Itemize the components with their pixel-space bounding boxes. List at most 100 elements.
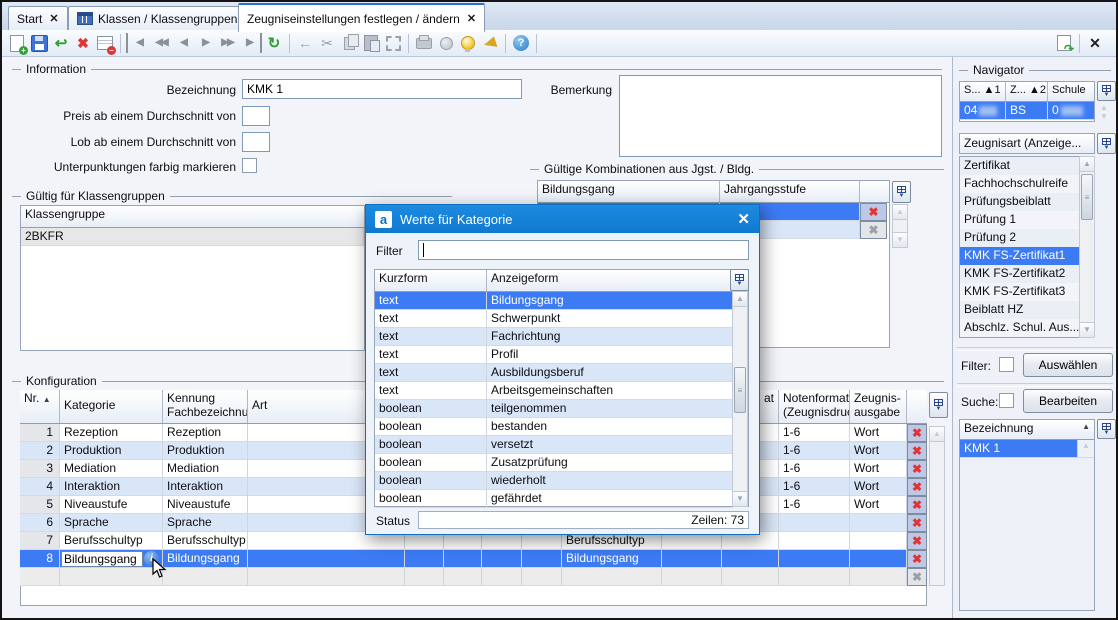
scroll-down-icon[interactable]: ▼ [1080, 322, 1094, 337]
zeugnisart-grid-button[interactable]: ▼ [1097, 133, 1116, 154]
konfiguration-grid-button[interactable]: ▼ [929, 392, 948, 418]
column-header-z[interactable]: Z... ▲2 [1006, 82, 1048, 101]
auswaehlen-button[interactable]: Auswählen [1023, 353, 1113, 377]
copy-icon[interactable] [339, 33, 359, 53]
nav-next-icon[interactable]: ▶ [195, 33, 215, 53]
tab-close-icon[interactable]: ✕ [49, 12, 58, 25]
dialog-row[interactable]: text Fachrichtung [375, 328, 748, 346]
nav-forward-icon[interactable]: ▶▶ [217, 33, 237, 53]
dialog-row[interactable]: boolean teilgenommen [375, 400, 748, 418]
list-item[interactable]: Prüfung 2 [960, 229, 1094, 247]
tab-close-icon[interactable]: ✕ [467, 12, 476, 25]
kategorie-edit-input[interactable] [61, 551, 143, 567]
filter-input[interactable] [418, 240, 749, 260]
scrollbar-thumb[interactable]: ≡ [1081, 174, 1093, 220]
column-header-zeugnisausgabe[interactable]: Zeugnis-ausgabe [850, 390, 907, 423]
column-header-klassengruppe[interactable]: Klassengruppe [21, 206, 364, 227]
lightbulb-icon[interactable] [458, 33, 478, 53]
bearbeiten-button[interactable]: Bearbeiten [1023, 389, 1113, 413]
bezeichnung-grid-button[interactable]: ▼ [1097, 419, 1116, 439]
scroll-down-icon[interactable]: ▼ [733, 491, 747, 506]
scroll-up-icon[interactable]: ▲ [930, 427, 944, 442]
column-header-bezeichnung[interactable]: Bezeichnung▲ [960, 420, 1094, 439]
nav-prev-icon[interactable]: ◀ [173, 33, 193, 53]
delete-row-button[interactable]: ✖ [907, 424, 927, 442]
dialog-close-icon[interactable]: ✕ [737, 210, 750, 228]
konfiguration-scrollbar[interactable]: ▲ [929, 426, 945, 586]
cell-kategorie-editing[interactable]: i [60, 550, 163, 568]
zeugnisart-header[interactable]: Zeugnisart (Anzeige... [959, 133, 1095, 154]
dialog-row-selected[interactable]: text Bildungsgang [375, 292, 748, 310]
scroll-up-icon[interactable]: ▲ [733, 292, 747, 307]
dialog-row[interactable]: text Schwerpunkt [375, 310, 748, 328]
nav-rewind-icon[interactable]: ◀◀ [151, 33, 171, 53]
save-icon[interactable] [29, 33, 49, 53]
dialog-row[interactable]: boolean wiederholt [375, 472, 748, 490]
help-icon[interactable]: ? [511, 33, 531, 53]
column-header-nr[interactable]: Nr. ▲ [20, 390, 60, 423]
column-header-schule[interactable]: Schule [1048, 82, 1094, 101]
dialog-row[interactable]: boolean gefährdet [375, 490, 748, 508]
column-header-kurzform[interactable]: Kurzform [375, 270, 487, 291]
tab-klassen[interactable]: Klassen / Klassengruppen ✕ [68, 6, 263, 30]
scroll-up-icon[interactable]: ▲ [893, 205, 907, 220]
delete-row-button[interactable]: ✖ [907, 478, 927, 496]
zeugnisart-scrollbar[interactable]: ▲ ≡ ▼ [1079, 156, 1095, 338]
dialog-row[interactable]: boolean bestanden [375, 418, 748, 436]
list-item[interactable]: Abschlz. Schul. Aus... [960, 319, 1094, 337]
list-item-selected[interactable]: KMK FS-Zertifikat1 [960, 247, 1094, 265]
delete-row-button[interactable]: ✖ [907, 550, 927, 568]
delete-row-button[interactable]: ✖ [907, 496, 927, 514]
navigator-row[interactable]: 04 BS 0 [960, 102, 1094, 120]
column-header-notenformat[interactable]: Notenformat(Zeugnisdruck [779, 390, 850, 423]
dialog-row[interactable]: text Ausbildungsberuf [375, 364, 748, 382]
list-item[interactable]: KMK FS-Zertifikat2 [960, 265, 1094, 283]
delete-kombination-button[interactable]: ✖ [860, 203, 887, 221]
filter-checkbox[interactable] [999, 357, 1014, 372]
column-header-jahrgangsstufe[interactable]: Jahrgangsstufe [720, 181, 860, 202]
klassengruppe-row[interactable]: 2BKFR [21, 228, 364, 246]
list-item[interactable]: Prüfungsbeiblatt [960, 193, 1094, 211]
dialog-row[interactable]: boolean versetzt [375, 436, 748, 454]
detach-window-icon[interactable] [1054, 33, 1074, 53]
bezeichnung-input[interactable] [242, 79, 522, 99]
close-view-icon[interactable]: ✕ [1085, 33, 1105, 53]
form-edit-icon[interactable]: − [95, 33, 115, 53]
bemerkung-textarea[interactable] [619, 75, 942, 157]
column-header-kategorie[interactable]: Kategorie [60, 390, 163, 423]
tab-start[interactable]: Start ✕ [8, 6, 68, 30]
dialog-row[interactable]: text Profil [375, 346, 748, 364]
paste-icon[interactable] [361, 33, 381, 53]
delete-row-button[interactable]: ✖ [907, 532, 927, 550]
list-item[interactable]: Beiblatt HZ [960, 301, 1094, 319]
list-item[interactable]: Prüfung 1 [960, 211, 1094, 229]
dialog-row[interactable]: text Arbeitsgemeinschaften [375, 382, 748, 400]
kombinationen-scrollbar[interactable]: ▲ ▼ [892, 204, 908, 248]
nav-first-icon[interactable]: ◀ [126, 33, 149, 53]
dialog-scrollbar[interactable]: ▲ ≡ ▼ [732, 291, 748, 507]
kombinationen-grid-button[interactable]: ▼ [892, 181, 911, 203]
list-item[interactable]: Zertifikat [960, 157, 1094, 175]
dialog-row[interactable]: boolean Zusatzprüfung [375, 454, 748, 472]
delete-row-button[interactable]: ✖ [907, 514, 927, 532]
nav-last-icon[interactable]: ▶ [239, 33, 262, 53]
select-region-icon[interactable] [383, 33, 403, 53]
tab-zeugniseinstellungen[interactable]: Zeugniseinstellungen festlegen / ändern … [238, 3, 485, 32]
bezeichnung-row[interactable]: KMK 1 ▲ [960, 440, 1094, 458]
cut-icon[interactable]: ✂ [317, 33, 337, 53]
suche-checkbox[interactable] [999, 393, 1014, 408]
delete-icon[interactable]: ✖ [73, 33, 93, 53]
navigator-grid-button[interactable]: ▼ [1097, 81, 1116, 101]
unterpunktungen-checkbox[interactable] [242, 158, 257, 173]
delete-row-button[interactable]: ✖ [907, 460, 927, 478]
column-header-s[interactable]: S... ▲1 [960, 82, 1006, 101]
scroll-down-icon[interactable]: ▼ [893, 232, 907, 247]
delete-row-button[interactable]: ✖ [907, 442, 927, 460]
dialog-grid-button[interactable]: ▼ [730, 269, 749, 291]
horn-icon[interactable] [480, 33, 500, 53]
scroll-up-icon[interactable]: ▲ [1080, 157, 1094, 172]
column-header-kennung[interactable]: KennungFachbezeichnung [163, 390, 248, 423]
lob-input[interactable] [242, 132, 270, 152]
preis-input[interactable] [242, 106, 270, 126]
new-record-icon[interactable]: + [7, 33, 27, 53]
